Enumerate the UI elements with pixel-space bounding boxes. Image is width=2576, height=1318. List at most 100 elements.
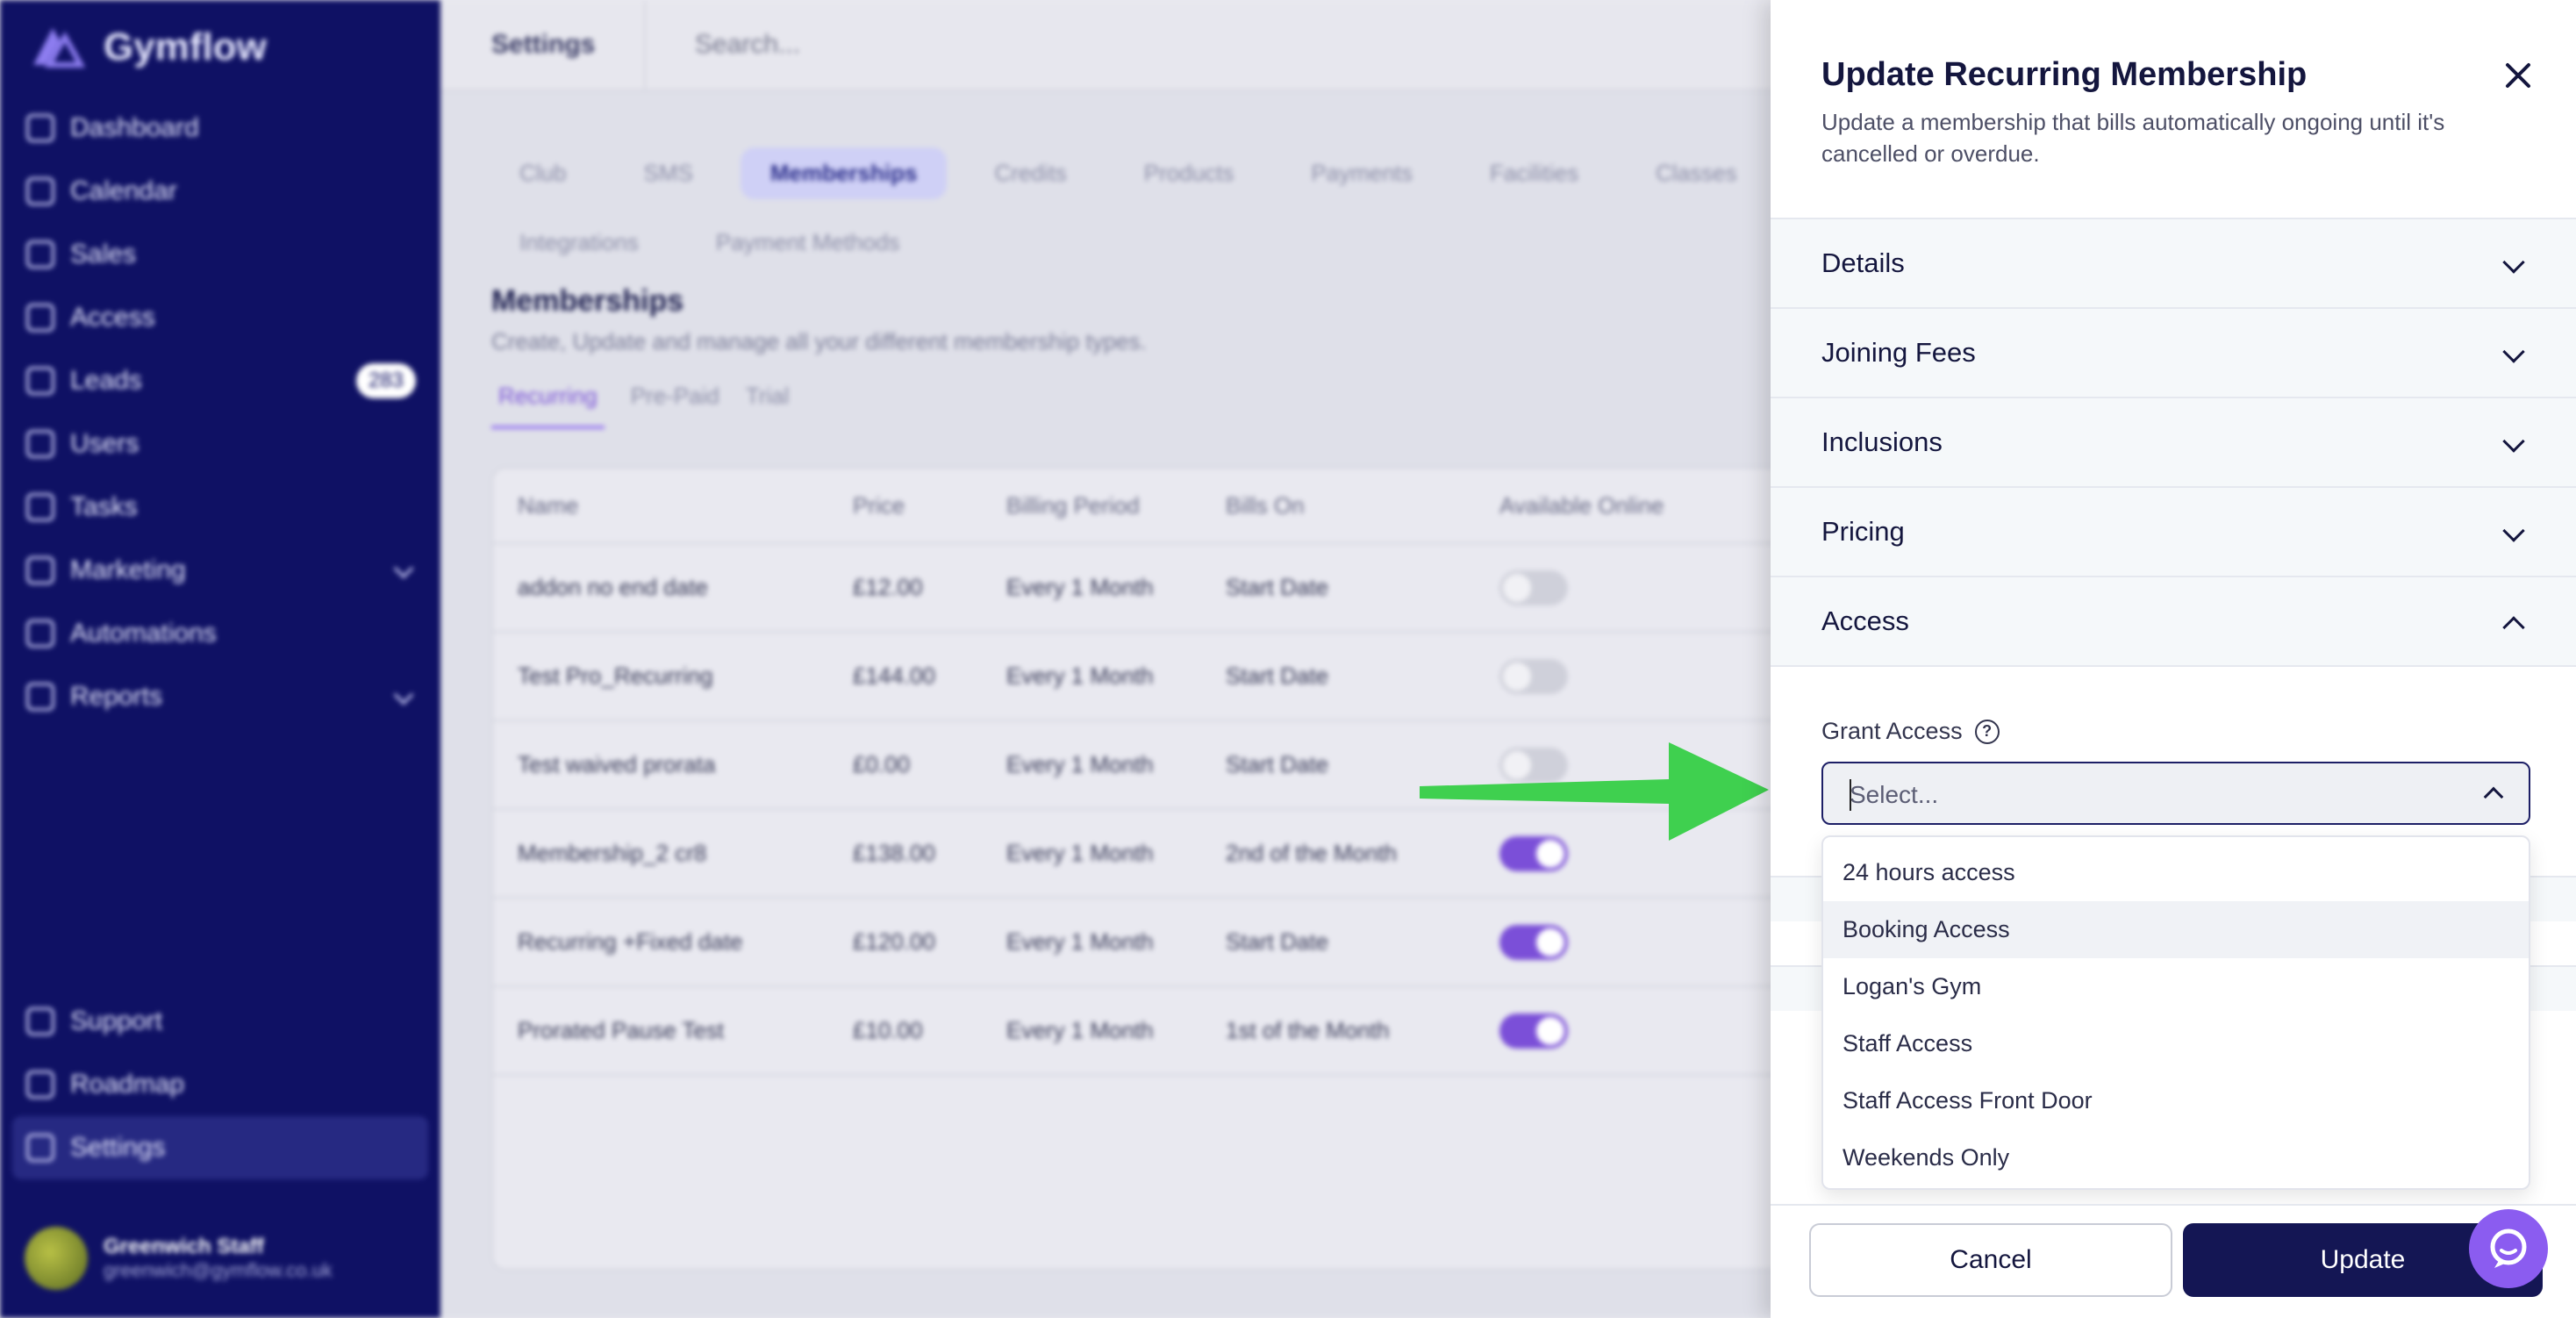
tab-memberships[interactable]: Memberships <box>740 147 948 199</box>
section-inclusions[interactable]: Inclusions <box>1771 397 2576 486</box>
dropdown-option[interactable]: Logan's Gym <box>1823 958 2529 1015</box>
chevron-up-icon <box>2483 786 2504 807</box>
chevron-up-icon <box>2502 616 2525 639</box>
membership-price: £138.00 <box>853 840 935 866</box>
available-online-toggle[interactable] <box>1499 658 1568 694</box>
subtab-pre-paid[interactable]: Pre-Paid <box>631 383 719 429</box>
dropdown-option[interactable]: Staff Access Front Door <box>1823 1072 2529 1129</box>
settings-tabs: Club SMS Memberships Credits Products Payment… <box>490 147 1954 286</box>
sidebar-item-label: Dashboard <box>70 113 199 142</box>
dropdown-option[interactable]: Staff Access <box>1823 1015 2529 1072</box>
filter-icon <box>26 367 54 395</box>
bills-on: 1st of the Month <box>1226 1017 1390 1043</box>
sidebar-item-settings[interactable]: Settings <box>12 1116 428 1179</box>
automation-icon <box>26 620 54 648</box>
available-online-cell <box>1499 1013 1763 1049</box>
sidebar-item-users[interactable]: Users <box>0 412 440 476</box>
tab-integrations[interactable]: Integrations <box>490 217 669 269</box>
drawer-title: Update Recurring Membership <box>1821 56 2308 93</box>
help-icon[interactable]: ? <box>1974 719 2000 744</box>
dropdown-option[interactable]: Booking Access <box>1823 901 2529 958</box>
sidebar-item-dashboard[interactable]: Dashboard <box>0 97 440 160</box>
close-icon[interactable] <box>2501 58 2536 93</box>
section-title: Memberships <box>491 284 684 318</box>
sidebar-item-label: Tasks <box>70 492 138 521</box>
subtab-trial[interactable]: Trial <box>746 383 790 429</box>
tag-icon <box>26 556 54 584</box>
avatar <box>25 1227 88 1290</box>
chat-support-button[interactable] <box>2469 1209 2548 1288</box>
sidebar-item-label: Reports <box>70 682 163 711</box>
user-card[interactable]: Greenwich Staff greenwich@gymflow.co.uk <box>25 1227 333 1290</box>
column-header: Bills On <box>1226 491 1305 519</box>
text-cursor <box>1850 779 1851 811</box>
tab-sms[interactable]: SMS <box>613 147 722 199</box>
section-label: Inclusions <box>1821 426 1943 457</box>
membership-name: Prorated Pause Test <box>518 1017 725 1043</box>
key-icon <box>26 304 54 332</box>
available-online-toggle[interactable] <box>1499 1013 1568 1049</box>
sidebar-item-marketing[interactable]: Marketing <box>0 539 440 602</box>
membership-price: £0.00 <box>853 751 911 777</box>
sidebar-item-roadmap[interactable]: Roadmap <box>0 1053 440 1116</box>
users-icon <box>26 430 54 458</box>
tab-payments[interactable]: Payments <box>1281 147 1442 199</box>
brand-name: Gymflow <box>104 25 267 68</box>
available-online-cell <box>1499 569 1763 605</box>
billing-period: Every 1 Month <box>1006 574 1154 600</box>
bills-on: Start Date <box>1226 928 1329 955</box>
chart-icon <box>26 683 54 711</box>
membership-name: Test waived prorata <box>518 751 716 777</box>
sidebar-item-automations[interactable]: Automations <box>0 602 440 665</box>
table-row[interactable]: Test Pro_Recurring £144.00 Every 1 Month St… <box>493 633 1823 721</box>
tab-classes[interactable]: Classes <box>1626 147 1766 199</box>
section-access[interactable]: Access <box>1771 576 2576 665</box>
tab-payment-methods[interactable]: Payment Methods <box>686 217 930 269</box>
membership-name: addon no end date <box>518 574 708 600</box>
sidebar-item-label: Support <box>70 1006 163 1035</box>
sidebar-item-label: Calendar <box>70 176 177 205</box>
sidebar-item-support[interactable]: Support <box>0 990 440 1053</box>
sidebar-item-sales[interactable]: Sales <box>0 223 440 286</box>
sidebar-item-leads[interactable]: Leads 283 <box>0 349 440 412</box>
column-header: Name <box>518 491 579 519</box>
tasks-icon <box>26 493 54 521</box>
sidebar-item-tasks[interactable]: Tasks <box>0 476 440 539</box>
section-pricing[interactable]: Pricing <box>1771 486 2576 576</box>
chevron-down-icon <box>2502 251 2525 274</box>
sidebar-item-calendar[interactable]: Calendar <box>0 160 440 223</box>
table-row[interactable]: addon no end date £12.00 Every 1 Month Star… <box>493 544 1823 633</box>
grant-access-select[interactable]: Select... <box>1821 762 2530 825</box>
topbar-divider <box>644 0 646 91</box>
chevron-down-icon <box>2502 340 2525 363</box>
tab-facilities[interactable]: Facilities <box>1460 147 1608 199</box>
sidebar-item-access[interactable]: Access <box>0 286 440 349</box>
search-input[interactable]: Search... <box>695 30 800 60</box>
membership-subtabs: Recurring Pre-Paid Trial <box>491 383 789 429</box>
dropdown-option[interactable]: 24 hours access <box>1823 844 2529 901</box>
bills-on: Start Date <box>1226 574 1329 600</box>
table-row[interactable]: Recurring +Fixed date £120.00 Every 1 Mont… <box>493 899 1823 987</box>
billing-period: Every 1 Month <box>1006 751 1154 777</box>
drawer-subtitle: Update a membership that bills automatic… <box>1821 109 2445 167</box>
settings-tabs-row: Club SMS Memberships Credits Products Payment… <box>490 147 1954 199</box>
section-details[interactable]: Details <box>1771 218 2576 307</box>
section-joining-fees[interactable]: Joining Fees <box>1771 307 2576 397</box>
cancel-button[interactable]: Cancel <box>1809 1223 2172 1297</box>
tab-products[interactable]: Products <box>1114 147 1264 199</box>
user-email: greenwich@gymflow.co.uk <box>104 1259 333 1281</box>
column-header: Available Online <box>1499 491 1664 519</box>
available-online-toggle[interactable] <box>1499 924 1568 960</box>
sidebar-item-label: Roadmap <box>70 1070 185 1099</box>
subtab-recurring[interactable]: Recurring <box>491 383 605 429</box>
dropdown-option[interactable]: Weekends Only <box>1823 1129 2529 1186</box>
calendar-icon <box>26 177 54 205</box>
tab-credits[interactable]: Credits <box>964 147 1096 199</box>
tab-club[interactable]: Club <box>490 147 596 199</box>
sidebar-item-reports[interactable]: Reports <box>0 665 440 728</box>
available-online-toggle[interactable] <box>1499 569 1568 605</box>
grant-access-text: Grant Access <box>1821 718 1963 744</box>
table-row[interactable]: Prorated Pause Test £10.00 Every 1 Month 1s… <box>493 987 1823 1076</box>
membership-price: £12.00 <box>853 574 923 600</box>
drawer-footer: Cancel Update <box>1771 1204 2576 1318</box>
